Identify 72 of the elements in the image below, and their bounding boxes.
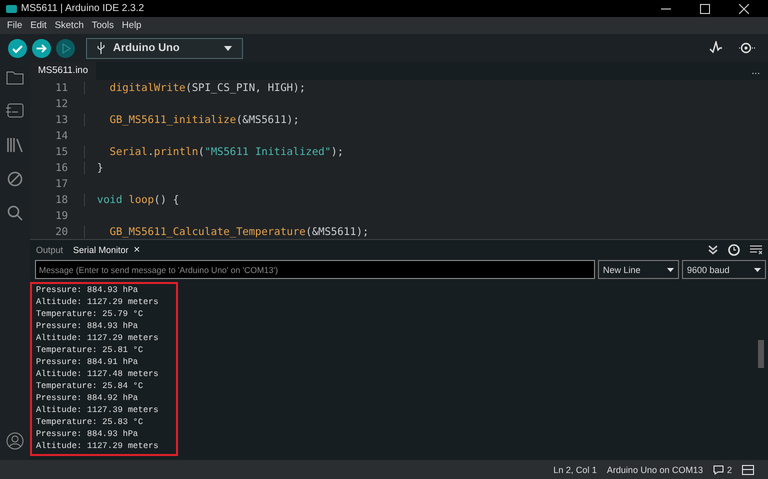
app-logo-icon: [6, 4, 17, 12]
caret-icon: [754, 268, 761, 272]
serial-output-line: Temperature: 25.79 °C: [36, 308, 144, 320]
cursor-position[interactable]: Ln 2, Col 1: [553, 464, 597, 474]
autoscroll-icon[interactable]: [708, 245, 718, 255]
code-line: digitalWrite(SPI_CS_PIN, HIGH);: [84, 82, 306, 94]
account-icon[interactable]: [6, 432, 24, 450]
serial-output-line: Pressure: 884.91 hPa: [36, 356, 140, 368]
verify-button[interactable]: [8, 38, 27, 58]
search-icon[interactable]: [7, 205, 23, 221]
scrollbar-thumb[interactable]: [758, 340, 764, 368]
menu-item[interactable]: Sketch: [50, 20, 88, 31]
line-number: 17: [54, 178, 68, 190]
menu-item[interactable]: Help: [118, 20, 146, 31]
folder-icon[interactable]: [6, 70, 24, 85]
serial-output-line: Altitude: 1127.29 meters: [36, 332, 160, 344]
serial-output-line: Pressure: 884.93 hPa: [36, 284, 140, 296]
code-line: }: [84, 162, 104, 174]
serial-output-line: Altitude: 1127.39 meters: [36, 404, 160, 416]
code-line: GB_MS5611_initialize(&MS5611);: [84, 114, 300, 126]
notification-count: 2: [726, 464, 732, 474]
toggle-panel-icon[interactable]: [742, 464, 754, 474]
upload-button[interactable]: [32, 38, 51, 58]
message-field[interactable]: Message (Enter to send message to 'Arduino Uno' on 'COM13'): [35, 260, 595, 279]
caret-icon: [667, 268, 674, 272]
line-number: 18: [54, 194, 68, 206]
serial-output-line: Temperature: 25.81 °C: [36, 344, 144, 356]
debug-icon[interactable]: [7, 171, 23, 187]
serial-output-line: Altitude: 1127.48 meters: [36, 368, 160, 380]
more-actions-button[interactable]: ...: [752, 66, 768, 76]
window-title: MS5611 | Arduino IDE 2.3.2: [21, 3, 144, 14]
serial-output-line: Altitude: 1127.29 meters: [36, 440, 160, 452]
usb-icon: [97, 42, 105, 54]
panel-tab[interactable]: Output: [36, 245, 64, 255]
menu-item[interactable]: Edit: [26, 20, 51, 31]
line-number: 20: [54, 226, 68, 238]
caret-icon: [224, 46, 232, 50]
code-line: GB_MS5611_Calculate_Temperature(&MS5611);: [84, 226, 369, 238]
line-number: 19: [54, 210, 68, 222]
panel-tab[interactable]: Serial Monitor ×: [73, 244, 140, 256]
line-number: 15: [54, 146, 68, 158]
serial-output-line: Altitude: 1127.29 meters: [36, 296, 160, 308]
serial-output-line: Pressure: 884.92 hPa: [36, 392, 140, 404]
clear-output-icon[interactable]: [750, 245, 762, 255]
board-port-status[interactable]: Arduino Uno on COM13: [606, 464, 703, 474]
baud-rate-dropdown[interactable]: 9600 baud: [682, 260, 766, 279]
menu-item[interactable]: File: [3, 20, 26, 31]
menu-item[interactable]: Tools: [88, 20, 118, 31]
notification-icon[interactable]: [712, 464, 724, 474]
debug-button[interactable]: [56, 38, 75, 58]
board-icon[interactable]: [6, 103, 24, 119]
library-icon[interactable]: [6, 137, 24, 153]
close-icon[interactable]: [739, 4, 749, 14]
code-line: void loop() {: [84, 194, 180, 206]
code-line: Serial.println("MS5611 Initialized");: [84, 146, 344, 158]
serial-monitor-icon[interactable]: [738, 41, 756, 55]
serial-output-line: Pressure: 884.93 hPa: [36, 320, 140, 332]
board-selector[interactable]: Arduino Uno: [86, 38, 243, 58]
clock-icon[interactable]: [728, 244, 740, 256]
file-tab[interactable]: MS5611.ino: [30, 62, 96, 80]
serial-output-line: Temperature: 25.84 °C: [36, 380, 144, 392]
line-ending-dropdown[interactable]: New Line: [598, 260, 679, 279]
line-number: 12: [54, 98, 68, 110]
serial-output-line: Temperature: 25.83 °C: [36, 416, 144, 428]
line-number: 14: [54, 130, 68, 142]
serial-output-line: Pressure: 884.93 hPa: [36, 428, 140, 440]
close-tab-icon[interactable]: ×: [134, 244, 140, 256]
line-number: 16: [54, 162, 68, 174]
maximize-icon[interactable]: [700, 4, 710, 14]
serial-plotter-icon[interactable]: [709, 41, 723, 55]
line-number: 11: [54, 82, 68, 94]
line-number: 13: [54, 114, 68, 126]
